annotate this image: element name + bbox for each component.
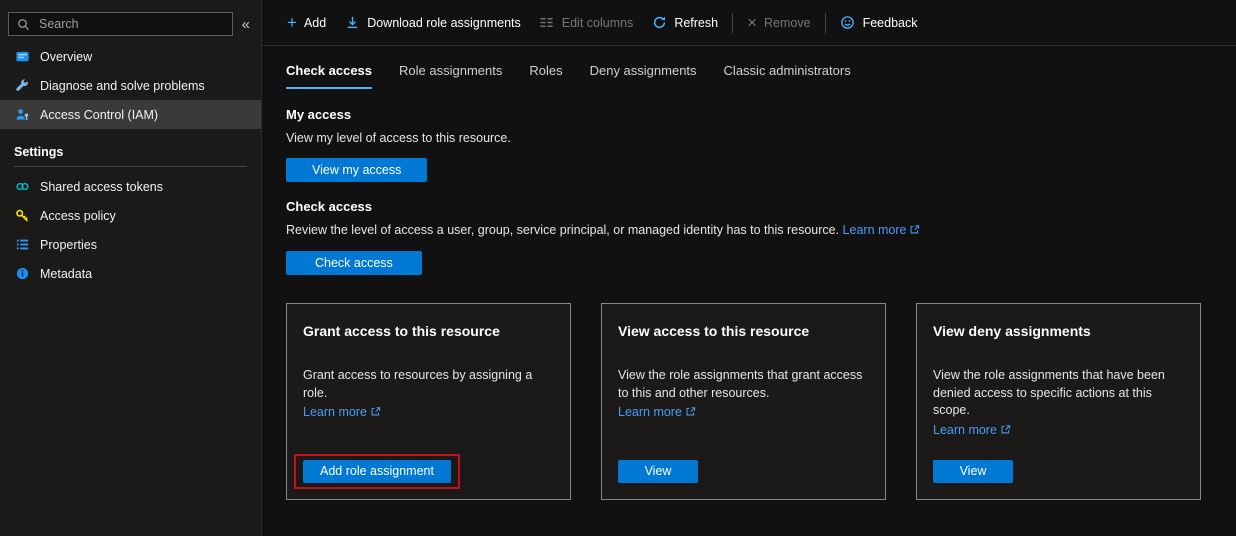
card-learn-more: Learn more	[303, 405, 554, 420]
sidebar-item-label: Metadata	[40, 267, 92, 281]
toolbar-separator	[732, 13, 733, 33]
command-bar: + Add Download role assignments Edit col…	[262, 0, 1236, 46]
shared-access-tokens-icon	[14, 179, 30, 195]
sidebar-item-label: Properties	[40, 238, 97, 252]
wrench-icon	[14, 78, 30, 94]
learn-more-link[interactable]: Learn more	[933, 423, 1011, 437]
learn-more-link[interactable]: Learn more	[303, 405, 381, 419]
download-role-assignments-button[interactable]: Download role assignments	[335, 6, 530, 40]
check-access-heading: Check access	[286, 199, 1212, 214]
add-button[interactable]: + Add	[278, 6, 335, 40]
edit-columns-button[interactable]: Edit columns	[530, 6, 643, 40]
toolbar-separator	[825, 13, 826, 33]
refresh-button[interactable]: Refresh	[642, 6, 727, 40]
sidebar-item-label: Shared access tokens	[40, 180, 163, 194]
settings-divider	[14, 166, 247, 167]
learn-more-label: Learn more	[618, 405, 682, 419]
sidebar-item-overview[interactable]: Overview	[0, 42, 261, 71]
my-access-heading: My access	[286, 107, 1212, 122]
add-role-assignment-button[interactable]: Add role assignment	[303, 460, 451, 483]
learn-more-link[interactable]: Learn more	[618, 405, 696, 419]
feedback-label: Feedback	[863, 16, 918, 30]
settings-section-header: Settings	[0, 129, 261, 166]
view-access-button[interactable]: View	[618, 460, 698, 483]
sidebar-item-label: Access Control (IAM)	[40, 108, 158, 122]
key-icon	[14, 208, 30, 224]
sidebar-item-diagnose[interactable]: Diagnose and solve problems	[0, 71, 261, 100]
my-access-description: View my level of access to this resource…	[286, 130, 1212, 147]
tab-bar: Check access Role assignments Roles Deny…	[286, 63, 1236, 89]
check-access-button[interactable]: Check access	[286, 251, 422, 275]
external-link-icon	[909, 223, 920, 240]
sidebar-search-row: «	[0, 10, 261, 42]
remove-button[interactable]: × Remove	[738, 6, 819, 40]
sidebar-item-access-policy[interactable]: Access policy	[0, 201, 261, 230]
app-window: « Overview Diagnose and solve problems A…	[0, 0, 1236, 536]
sidebar-item-label: Diagnose and solve problems	[40, 79, 205, 93]
sidebar: « Overview Diagnose and solve problems A…	[0, 0, 262, 536]
sidebar-item-properties[interactable]: Properties	[0, 230, 261, 259]
feedback-button[interactable]: Feedback	[831, 6, 927, 40]
card-title: View deny assignments	[933, 323, 1184, 339]
card-description: View the role assignments that grant acc…	[618, 367, 869, 403]
learn-more-label: Learn more	[933, 423, 997, 437]
view-deny-assignments-button[interactable]: View	[933, 460, 1013, 483]
edit-columns-icon	[539, 15, 555, 31]
check-access-description: Review the level of access a user, group…	[286, 222, 1212, 240]
external-link-icon	[1000, 424, 1011, 438]
sidebar-item-access-control-iam[interactable]: Access Control (IAM)	[0, 100, 261, 129]
iam-person-key-icon	[14, 107, 30, 123]
card-learn-more: Learn more	[618, 405, 869, 420]
card-grant-access: Grant access to this resource Grant acce…	[286, 303, 571, 500]
download-label: Download role assignments	[367, 16, 521, 30]
edit-columns-label: Edit columns	[562, 16, 634, 30]
info-icon	[14, 266, 30, 282]
remove-x-icon: ×	[747, 14, 757, 31]
card-footer: View	[618, 460, 869, 483]
check-access-description-text: Review the level of access a user, group…	[286, 223, 839, 237]
refresh-label: Refresh	[674, 16, 718, 30]
tab-check-access[interactable]: Check access	[286, 63, 372, 89]
sidebar-collapse-button[interactable]: «	[237, 16, 255, 33]
sidebar-item-metadata[interactable]: Metadata	[0, 259, 261, 288]
view-my-access-button[interactable]: View my access	[286, 158, 427, 182]
cards-row: Grant access to this resource Grant acce…	[286, 303, 1212, 500]
download-icon	[344, 15, 360, 31]
card-view-deny-assignments: View deny assignments View the role assi…	[916, 303, 1201, 500]
learn-more-link[interactable]: Learn more	[843, 223, 921, 237]
card-description: View the role assignments that have been…	[933, 367, 1184, 420]
plus-icon: +	[287, 14, 297, 31]
tab-deny-assignments[interactable]: Deny assignments	[590, 63, 697, 89]
remove-label: Remove	[764, 16, 811, 30]
external-link-icon	[370, 406, 381, 420]
card-footer: View	[933, 460, 1184, 483]
card-footer: Add role assignment	[303, 460, 554, 483]
card-view-access: View access to this resource View the ro…	[601, 303, 886, 500]
sidebar-item-label: Overview	[40, 50, 92, 64]
card-title: Grant access to this resource	[303, 323, 554, 339]
feedback-smiley-icon	[840, 15, 856, 31]
tab-roles[interactable]: Roles	[529, 63, 562, 89]
external-link-icon	[685, 406, 696, 420]
overview-icon	[14, 49, 30, 65]
red-highlight-box: Add role assignment	[294, 454, 460, 489]
add-label: Add	[304, 16, 326, 30]
card-description: Grant access to resources by assigning a…	[303, 367, 554, 403]
search-icon	[15, 16, 31, 32]
tab-classic-administrators[interactable]: Classic administrators	[724, 63, 851, 89]
learn-more-label: Learn more	[843, 223, 907, 237]
sidebar-item-shared-access-tokens[interactable]: Shared access tokens	[0, 172, 261, 201]
search-input[interactable]	[37, 16, 226, 32]
tab-role-assignments[interactable]: Role assignments	[399, 63, 502, 89]
properties-list-icon	[14, 237, 30, 253]
sidebar-item-label: Access policy	[40, 209, 116, 223]
card-learn-more: Learn more	[933, 423, 1184, 438]
learn-more-label: Learn more	[303, 405, 367, 419]
tab-content: My access View my level of access to thi…	[262, 89, 1236, 500]
search-box[interactable]	[8, 12, 233, 36]
card-title: View access to this resource	[618, 323, 869, 339]
main-panel: + Add Download role assignments Edit col…	[262, 0, 1236, 536]
refresh-icon	[651, 15, 667, 31]
